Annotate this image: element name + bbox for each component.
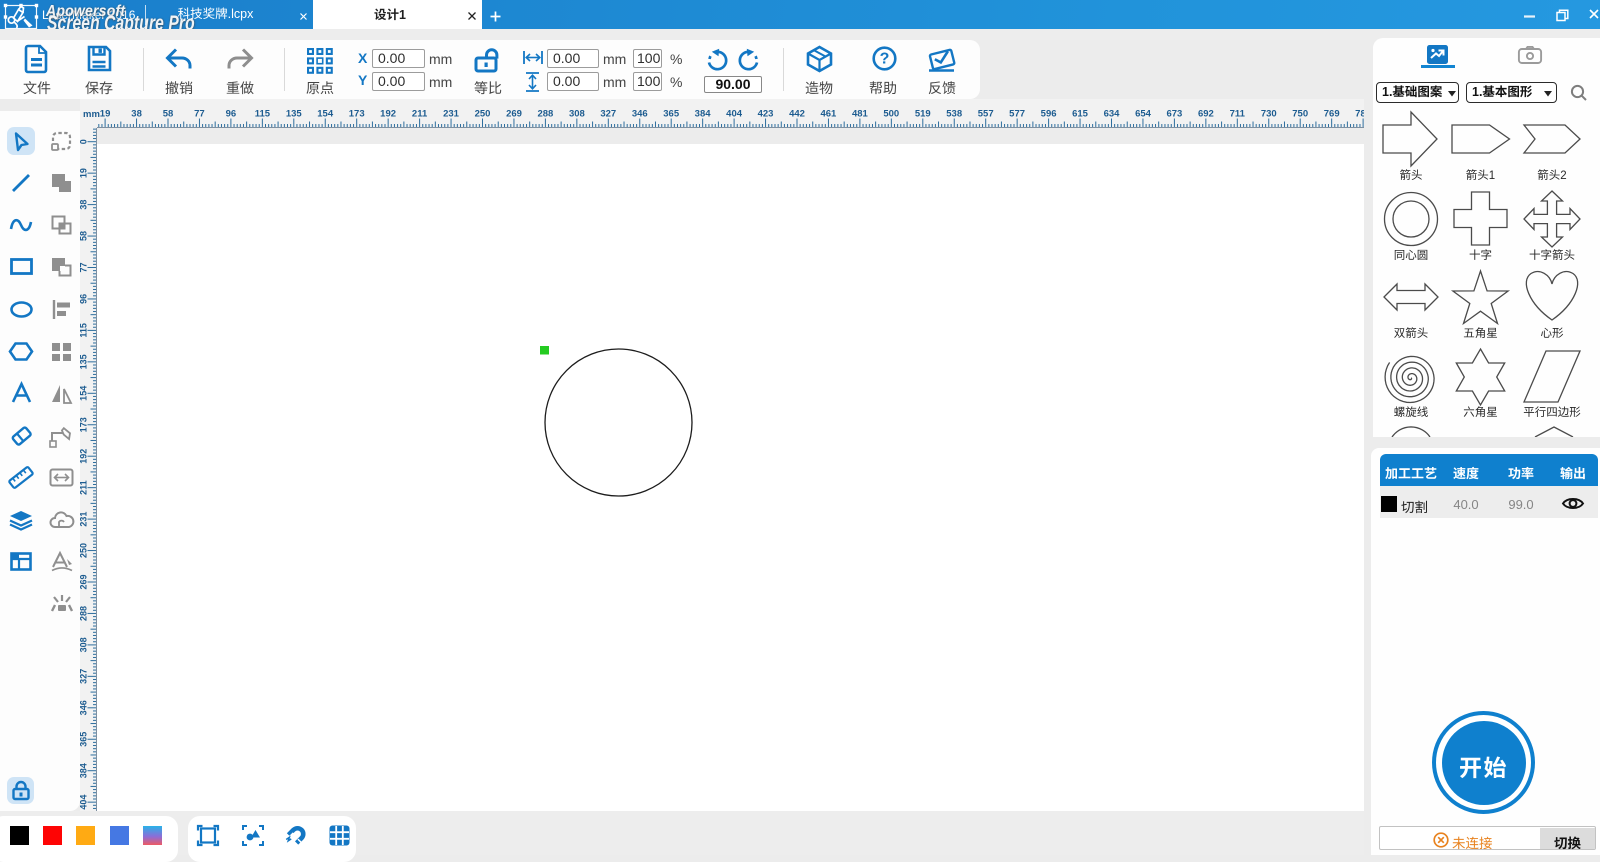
svg-text:673: 673 — [1166, 109, 1182, 120]
svg-text:19: 19 — [100, 109, 111, 120]
svg-text:557: 557 — [978, 109, 994, 120]
svg-text:38: 38 — [79, 200, 89, 210]
svg-text:135: 135 — [286, 109, 303, 120]
svg-text:404: 404 — [79, 795, 89, 810]
svg-text:58: 58 — [79, 231, 89, 241]
svg-text:六角星: 六角星 — [1463, 406, 1498, 419]
svg-text:308: 308 — [569, 109, 585, 120]
svg-text:双箭头: 双箭头 — [1394, 327, 1429, 340]
svg-text:19: 19 — [79, 168, 89, 178]
svg-text:96: 96 — [79, 294, 89, 304]
svg-text:288: 288 — [537, 109, 553, 120]
svg-text:308: 308 — [79, 637, 89, 652]
svg-text:269: 269 — [79, 574, 89, 589]
svg-text:96: 96 — [226, 109, 237, 120]
svg-text:269: 269 — [506, 109, 522, 120]
svg-text:250: 250 — [79, 543, 89, 558]
svg-text:654: 654 — [1135, 109, 1152, 120]
svg-text:77: 77 — [79, 262, 89, 272]
svg-text:192: 192 — [380, 109, 396, 120]
svg-text:788: 788 — [1355, 109, 1364, 120]
svg-text:211: 211 — [412, 109, 428, 120]
svg-text:箭头1: 箭头1 — [1466, 169, 1495, 182]
svg-text:0: 0 — [79, 139, 89, 144]
svg-text:769: 769 — [1324, 109, 1340, 120]
svg-text:十字: 十字 — [1469, 249, 1492, 262]
svg-text:577: 577 — [1009, 109, 1025, 120]
svg-text:730: 730 — [1261, 109, 1277, 120]
svg-text:365: 365 — [79, 732, 89, 747]
svg-text:231: 231 — [79, 512, 89, 527]
svg-text:231: 231 — [443, 109, 460, 120]
svg-text:154: 154 — [317, 109, 334, 120]
svg-text:711: 711 — [1230, 109, 1246, 120]
svg-text:327: 327 — [600, 109, 616, 120]
svg-text:500: 500 — [883, 109, 899, 120]
svg-text:250: 250 — [475, 109, 491, 120]
svg-text:箭头: 箭头 — [1400, 169, 1423, 182]
svg-text:365: 365 — [663, 109, 680, 120]
svg-text:442: 442 — [789, 109, 805, 120]
svg-text:750: 750 — [1292, 109, 1308, 120]
svg-text:384: 384 — [695, 109, 712, 120]
svg-text:154: 154 — [79, 386, 89, 401]
svg-text:五角星: 五角星 — [1463, 327, 1498, 340]
svg-text:115: 115 — [255, 109, 271, 120]
svg-text:404: 404 — [726, 109, 743, 120]
svg-text:615: 615 — [1072, 109, 1089, 120]
svg-text:634: 634 — [1104, 109, 1121, 120]
svg-text:481: 481 — [852, 109, 869, 120]
svg-text:螺旋线: 螺旋线 — [1394, 406, 1429, 419]
svg-text:327: 327 — [79, 669, 89, 684]
svg-text:173: 173 — [349, 109, 365, 120]
svg-text:346: 346 — [632, 109, 648, 120]
svg-text:384: 384 — [79, 763, 89, 778]
svg-text:423: 423 — [758, 109, 774, 120]
svg-text:211: 211 — [79, 480, 89, 495]
svg-text:692: 692 — [1198, 109, 1214, 120]
svg-text:519: 519 — [915, 109, 931, 120]
svg-text:十字箭头: 十字箭头 — [1529, 249, 1575, 262]
svg-text:平行四边形: 平行四边形 — [1523, 406, 1581, 419]
svg-text:箭头2: 箭头2 — [1537, 169, 1566, 182]
svg-text:135: 135 — [79, 354, 89, 369]
svg-text:?: ? — [880, 51, 890, 68]
svg-text:346: 346 — [79, 700, 89, 715]
svg-text:192: 192 — [79, 449, 89, 464]
svg-text:心形: 心形 — [1541, 327, 1564, 340]
svg-text:58: 58 — [163, 109, 174, 120]
svg-text:77: 77 — [194, 109, 205, 120]
svg-text:538: 538 — [946, 109, 962, 120]
svg-text:115: 115 — [79, 323, 89, 338]
svg-text:38: 38 — [131, 109, 142, 120]
svg-text:同心圆: 同心圆 — [1394, 249, 1429, 262]
svg-text:596: 596 — [1041, 109, 1057, 120]
svg-text:461: 461 — [820, 109, 837, 120]
svg-text:173: 173 — [79, 417, 89, 432]
svg-text:288: 288 — [79, 606, 89, 621]
